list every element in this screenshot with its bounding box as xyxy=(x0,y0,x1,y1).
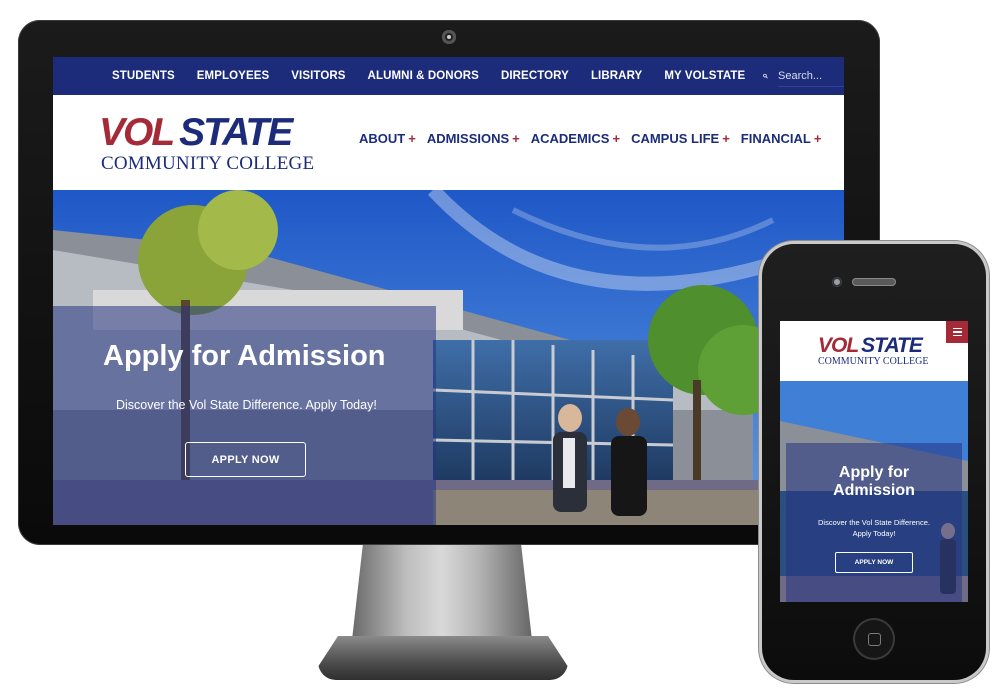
main-nav: ABOUT + ADMISSIONS + ACADEMICS + CAMPUS LIF… xyxy=(359,131,832,146)
nav-item-financial[interactable]: FINANCIAL + xyxy=(741,131,822,146)
nav-item-about[interactable]: ABOUT + xyxy=(359,131,416,146)
monitor-stand xyxy=(352,545,532,640)
nav-item-label: CAMPUS LIFE xyxy=(631,131,720,146)
nav-item-label: ABOUT xyxy=(359,131,406,146)
search-input[interactable] xyxy=(778,65,844,87)
mobile-apply-now-button[interactable]: APPLY NOW xyxy=(835,552,913,573)
mobile-header: VOL STATE COMMUNITY COLLEGE xyxy=(780,321,968,381)
desktop-monitor: STUDENTS EMPLOYEES VISITORS ALUMNI & DON… xyxy=(18,20,880,545)
plus-icon: + xyxy=(813,131,822,146)
nav-item-campus-life[interactable]: CAMPUS LIFE + xyxy=(631,131,730,146)
mobile-logo[interactable]: VOL STATE COMMUNITY COLLEGE xyxy=(818,335,928,367)
mobile-hero-title-line1: Apply for xyxy=(838,464,910,481)
monitor-base xyxy=(318,636,568,680)
hero-subtitle: Discover the Vol State Difference. Apply… xyxy=(116,398,377,412)
util-link-library[interactable]: LIBRARY xyxy=(591,70,642,82)
hero-text-panel xyxy=(53,306,436,525)
vol-state-logo[interactable]: VOL STATE COMMUNITY COLLEGE xyxy=(99,113,314,173)
nav-item-label: ADMISSIONS xyxy=(426,131,510,146)
mobile-hero-title-line2: Admission xyxy=(833,482,915,500)
plus-icon: + xyxy=(722,131,730,146)
home-square-icon xyxy=(867,632,881,646)
nav-item-label: FINANCIAL xyxy=(740,131,811,146)
mobile-hero: Apply for Admission Discover the Vol Sta… xyxy=(780,381,968,602)
search-icon[interactable] xyxy=(763,69,768,83)
nav-item-admissions[interactable]: ADMISSIONS + xyxy=(427,131,520,146)
plus-icon: + xyxy=(512,131,520,146)
logo-word-vol: VOL xyxy=(99,110,175,154)
mobile-hero-subtitle: Discover the Vol State Difference. Apply… xyxy=(794,517,954,540)
mobile-hero-subtitle-line2: Apply Today! xyxy=(852,529,896,539)
webcam-icon xyxy=(442,30,456,44)
logo-wordmark: VOL STATE xyxy=(99,113,314,152)
mobile-logo-subtitle: COMMUNITY COLLEGE xyxy=(818,356,929,367)
hero-title: Apply for Admission xyxy=(103,340,386,372)
util-link-students[interactable]: STUDENTS xyxy=(112,70,175,82)
util-link-visitors[interactable]: VISITORS xyxy=(291,70,345,82)
util-link-my-volstate[interactable]: MY VOLSTATE xyxy=(664,70,745,82)
hamburger-menu-icon[interactable] xyxy=(946,321,968,343)
nav-item-academics[interactable]: ACADEMICS + xyxy=(531,131,620,146)
hero-banner: Apply for Admission Discover the Vol Sta… xyxy=(53,190,844,525)
phone-camera-icon xyxy=(832,277,842,287)
mobile-screen: VOL STATE COMMUNITY COLLEGE Apply for Adm… xyxy=(780,321,968,602)
plus-icon: + xyxy=(612,131,621,146)
util-link-employees[interactable]: EMPLOYEES xyxy=(197,70,269,82)
plus-icon: + xyxy=(408,131,416,146)
utility-nav: STUDENTS EMPLOYEES VISITORS ALUMNI & DON… xyxy=(53,57,844,95)
site-header: VOL STATE COMMUNITY COLLEGE ABOUT + ADMISS… xyxy=(53,95,844,190)
mobile-phone: VOL STATE COMMUNITY COLLEGE Apply for Adm… xyxy=(762,244,986,680)
logo-subtitle: COMMUNITY COLLEGE xyxy=(101,152,315,174)
mobile-logo-wordmark: VOL STATE xyxy=(818,335,928,356)
desktop-screen: STUDENTS EMPLOYEES VISITORS ALUMNI & DON… xyxy=(53,57,844,525)
apply-now-button[interactable]: APPLY NOW xyxy=(185,442,306,477)
mobile-hero-subtitle-line1: Discover the Vol State Difference. xyxy=(817,518,930,527)
nav-item-label: ACADEMICS xyxy=(530,131,610,146)
logo-word-state: STATE xyxy=(861,334,923,357)
phone-speaker xyxy=(852,278,896,286)
mobile-hero-title: Apply for Admission xyxy=(780,464,968,501)
util-link-alumni-donors[interactable]: ALUMNI & DONORS xyxy=(368,70,479,82)
logo-word-vol: VOL xyxy=(818,334,859,357)
home-button[interactable] xyxy=(853,618,895,660)
util-link-directory[interactable]: DIRECTORY xyxy=(501,70,569,82)
logo-word-state: STATE xyxy=(179,110,293,154)
